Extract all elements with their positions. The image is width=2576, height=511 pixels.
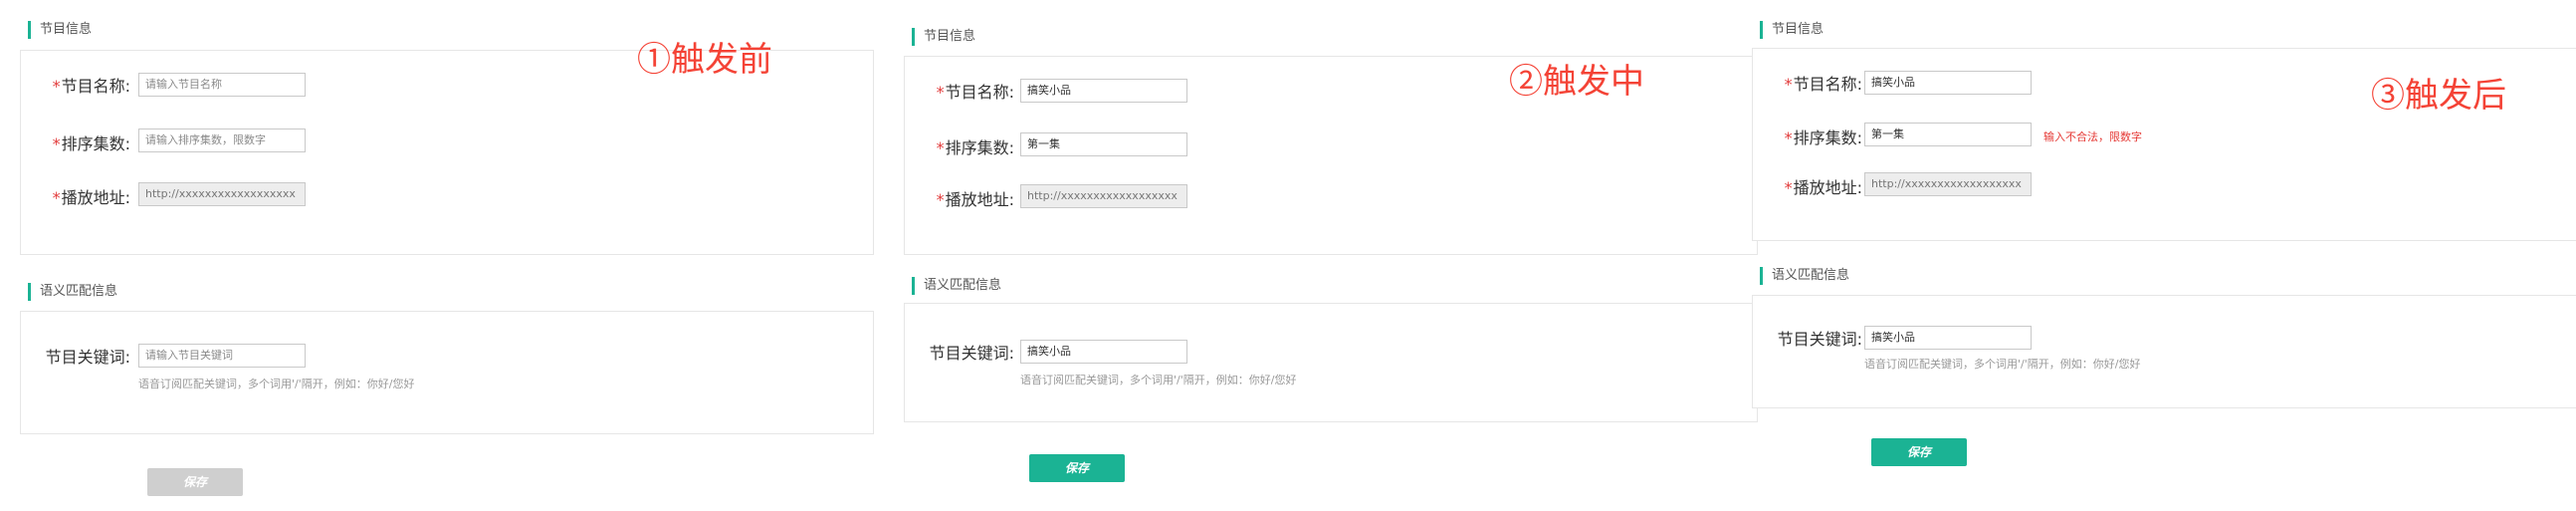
keywords-hint: 语音订阅匹配关键词，多个词用'/'隔开，例如：你好/您好 [1020,374,1297,386]
keywords-hint: 语音订阅匹配关键词，多个词用'/'隔开，例如：你好/您好 [138,378,415,390]
stage-label: ①触发前 [637,40,772,80]
name-label: *节目名称: [936,83,1014,102]
panel-during: 节目信息 *节目名称: 搞笑小品 *排序集数: 第一集 *播放地址: http:… [904,0,1762,511]
order-input[interactable]: 第一集 [1020,132,1187,156]
order-label: *排序集数: [1784,128,1862,147]
name-label: *节目名称: [1784,75,1862,94]
order-label: *排序集数: [52,134,130,153]
semantic-info-box: 节目关键词: 搞笑小品 语音订阅匹配关键词，多个词用'/'隔开，例如：你好/您好 [1752,295,2576,408]
section-title-program-info: 节目信息 [1760,21,1824,39]
section-title-semantic-info: 语义匹配信息 [28,283,117,301]
url-input: http://xxxxxxxxxxxxxxxxxx [138,182,306,206]
url-label: *播放地址: [936,190,1014,209]
keywords-hint: 语音订阅匹配关键词，多个词用'/'隔开，例如：你好/您好 [1864,358,2141,371]
save-button[interactable]: 保存 [147,468,243,496]
save-button[interactable]: 保存 [1871,438,1967,466]
name-input[interactable]: 请输入节目名称 [138,73,306,97]
keywords-input[interactable]: 请输入节目关键词 [138,344,306,368]
url-input: http://xxxxxxxxxxxxxxxxxx [1864,172,2032,196]
name-input[interactable]: 搞笑小品 [1020,79,1187,103]
section-title-semantic-info: 语义匹配信息 [912,277,1001,295]
semantic-info-box: 节目关键词: 搞笑小品 语音订阅匹配关键词，多个词用'/'隔开，例如：你好/您好 [904,303,1758,422]
keywords-label: 节目关键词: [929,344,1014,363]
section-title-semantic-info: 语义匹配信息 [1760,267,1849,285]
save-button[interactable]: 保存 [1029,454,1125,482]
stage-label: ②触发中 [1509,62,1644,102]
keywords-label: 节目关键词: [1777,330,1862,349]
keywords-input[interactable]: 搞笑小品 [1020,340,1187,364]
name-input[interactable]: 搞笑小品 [1864,71,2032,95]
section-title-program-info: 节目信息 [28,21,92,39]
keywords-label: 节目关键词: [45,348,130,367]
stage-label: ③触发后 [2371,76,2506,116]
order-label: *排序集数: [936,138,1014,157]
url-label: *播放地址: [1784,178,1862,197]
order-input[interactable]: 请输入排序集数，限数字 [138,128,306,152]
keywords-input[interactable]: 搞笑小品 [1864,326,2032,350]
order-error-message: 输入不合法，限数字 [2043,130,2142,143]
name-label: *节目名称: [52,77,130,96]
section-title-program-info: 节目信息 [912,28,975,46]
url-input: http://xxxxxxxxxxxxxxxxxx [1020,184,1187,208]
panel-after: 节目信息 *节目名称: 搞笑小品 *排序集数: 第一集 输入不合法，限数字 *播… [1752,0,2576,511]
url-label: *播放地址: [52,188,130,207]
panel-before: 节目信息 *节目名称: 请输入节目名称 *排序集数: 请输入排序集数，限数字 *… [20,0,878,511]
order-input[interactable]: 第一集 [1864,123,2032,146]
semantic-info-box: 节目关键词: 请输入节目关键词 语音订阅匹配关键词，多个词用'/'隔开，例如：你… [20,311,874,434]
